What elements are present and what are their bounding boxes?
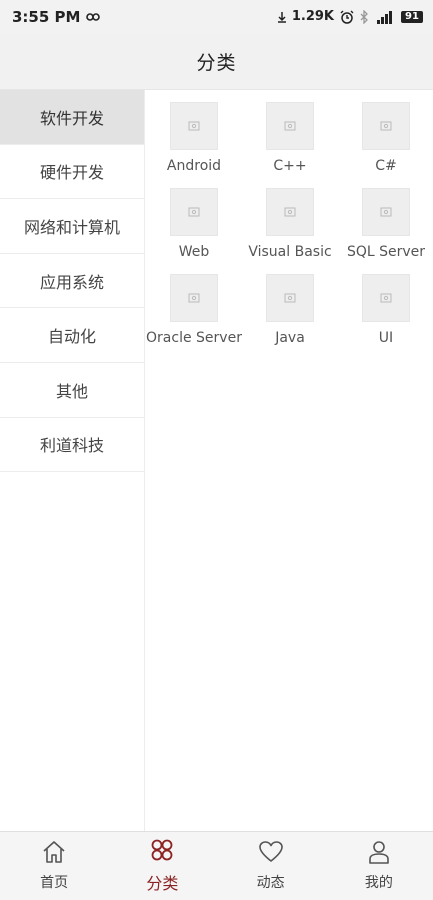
download-arrow-icon [277,11,286,23]
sidebar-item-other[interactable]: 其他 [0,363,144,418]
image-placeholder-icon [170,274,218,322]
grid-item-visual-basic[interactable]: Visual Basic [242,188,338,268]
nav-item-feed[interactable]: 动态 [217,832,325,900]
grid-item-android[interactable]: Android [146,102,242,182]
nav-label: 首页 [40,875,69,891]
grid-item-label: UI [378,330,394,346]
grid-item-label: C++ [273,158,307,174]
sidebar-item-lidao-tech[interactable]: 利道科技 [0,418,144,473]
sidebar-item-applications[interactable]: 应用系统 [0,254,144,309]
grid-item-label: Web [178,244,210,260]
subcategory-grid: Android C++ C# Web Visual Basic SQL Serv… [146,90,433,354]
header-bar: 分类 [0,33,433,90]
grid-item-label: Oracle Server [146,330,242,346]
sidebar-item-label: 网络和计算机 [23,217,120,237]
subcategory-panel: Android C++ C# Web Visual Basic SQL Serv… [146,90,433,831]
nav-item-profile[interactable]: 我的 [325,832,433,900]
grid-item-ui[interactable]: UI [338,274,433,354]
grid-item-sql-server[interactable]: SQL Server [338,188,433,268]
alarm-icon [340,10,354,24]
grid-item-java[interactable]: Java [242,274,338,354]
image-placeholder-icon [266,274,314,322]
grid-item-label: Android [166,158,222,174]
sidebar-item-label: 其他 [55,381,88,401]
grid-item-oracle-server[interactable]: Oracle Server [146,274,242,354]
nav-label: 动态 [256,875,285,891]
image-placeholder-icon [362,188,410,236]
nav-item-home[interactable]: 首页 [0,832,108,900]
image-placeholder-icon [170,102,218,150]
grid-item-label: Java [275,330,305,346]
nav-label: 我的 [364,875,393,891]
sidebar-item-label: 应用系统 [39,272,104,292]
grid-item-label: C# [375,158,397,174]
nav-label: 分类 [146,874,179,893]
sidebar-item-label: 硬件开发 [39,163,104,183]
category-sidebar: 软件开发 硬件开发 网络和计算机 应用系统 自动化 其他 利道科技 [0,90,145,831]
sidebar-item-software[interactable]: 软件开发 [0,90,144,145]
image-placeholder-icon [170,188,218,236]
bottom-nav: 首页 分类 动态 我的 [0,831,433,900]
sidebar-item-label: 利道科技 [39,436,104,456]
sidebar-item-label: 自动化 [47,327,96,347]
battery-icon: 91 [401,10,423,23]
home-icon [41,840,67,868]
grid-item-cpp[interactable]: C++ [242,102,338,182]
heart-icon [258,840,284,868]
net-speed: 1.29K [291,9,334,24]
sidebar-item-label: 软件开发 [39,108,104,128]
grid-item-web[interactable]: Web [146,188,242,268]
signal-icon [375,10,395,24]
image-placeholder-icon [362,102,410,150]
nav-item-category[interactable]: 分类 [108,832,216,900]
bluetooth-icon [360,9,369,24]
grid-item-label: SQL Server [346,244,426,260]
sidebar-item-network[interactable]: 网络和计算机 [0,199,144,254]
image-placeholder-icon [362,274,410,322]
sidebar-item-hardware[interactable]: 硬件开发 [0,145,144,200]
image-placeholder-icon [266,188,314,236]
category-icon [150,838,174,866]
person-icon [367,840,391,868]
status-time: 3:55 PM [12,7,81,26]
image-placeholder-icon [266,102,314,150]
infinity-icon [86,12,101,22]
sidebar-item-automation[interactable]: 自动化 [0,308,144,363]
page-title: 分类 [196,51,237,74]
grid-item-csharp[interactable]: C# [338,102,433,182]
status-bar: 3:55 PM 1.29K 91 [0,0,433,33]
grid-item-label: Visual Basic [248,244,332,260]
